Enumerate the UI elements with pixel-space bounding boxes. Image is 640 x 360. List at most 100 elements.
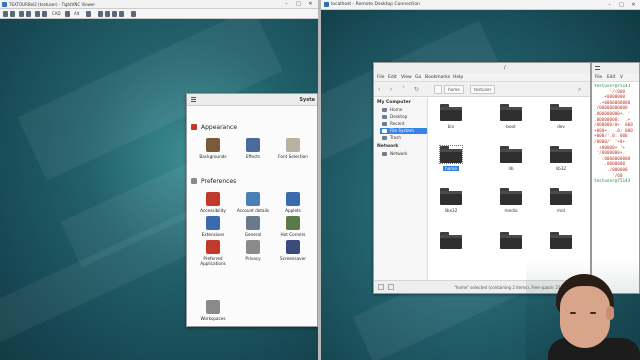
ctrl-alt-del-button[interactable]: CAD [52, 11, 61, 16]
menu-file[interactable]: File [377, 75, 385, 80]
settings-item-preferred-applications[interactable]: Preferred Applications [194, 240, 232, 266]
settings-item-workspaces[interactable]: Workspaces [194, 300, 232, 321]
settings-item-accessibility[interactable]: Accessibility [194, 192, 232, 213]
hamburger-menu-icon[interactable] [595, 66, 600, 70]
menu-bookmarks[interactable]: Bookmarks [425, 75, 450, 80]
settings-item-privacy[interactable]: Privacy [234, 240, 272, 261]
menu-view[interactable]: View [401, 75, 412, 80]
minimize-icon[interactable]: – [605, 2, 614, 9]
sidebar-item-trash[interactable]: Trash [380, 135, 427, 141]
settings-item-general[interactable]: General [234, 216, 272, 237]
maximize-icon[interactable]: □ [617, 2, 626, 9]
folder-lib32[interactable]: lib32 [541, 146, 581, 171]
preferences-icon [191, 178, 197, 184]
menu-go[interactable]: Go [415, 75, 421, 80]
trash-icon [382, 136, 387, 140]
folder-boot[interactable]: boot [491, 104, 531, 129]
sidebar-item-desktop[interactable]: Desktop [380, 114, 427, 120]
clipboard-icon[interactable] [86, 11, 91, 17]
folder-item[interactable] [431, 232, 471, 252]
breadcrumb-home[interactable]: home [444, 85, 464, 94]
folder-item[interactable] [541, 232, 581, 252]
settings-item-screensaver[interactable]: Screensaver [274, 240, 312, 261]
maximize-icon[interactable]: □ [294, 1, 303, 8]
section-preferences: Preferences [191, 178, 236, 185]
folder-icon [550, 188, 572, 205]
settings-titlebar: Syste [187, 94, 317, 106]
menu-view[interactable]: V [620, 75, 623, 80]
sidebar-item-home[interactable]: Home [380, 107, 427, 113]
reload-icon[interactable]: ↻ [414, 86, 419, 93]
file-grid: bin boot dev home lib lib32 libx32 media… [429, 98, 591, 280]
options-icon[interactable] [19, 11, 24, 17]
terminal-output[interactable]: testuser@75143 '/(000 .+0000000 .+000000… [594, 84, 640, 185]
folder-bin[interactable]: bin [431, 104, 471, 129]
alt-key-button[interactable]: Alt [74, 11, 79, 16]
folder-icon [440, 188, 462, 205]
settings-item-applets[interactable]: Applets [274, 192, 312, 213]
font-icon [286, 138, 300, 152]
fullscreen-icon[interactable] [131, 11, 136, 17]
folder-icon [550, 146, 572, 163]
minimize-icon[interactable]: – [282, 1, 291, 8]
toggle-sidebar-icon[interactable] [378, 284, 384, 290]
menu-help[interactable]: Help [453, 75, 463, 80]
settings-item-effects[interactable]: Effects [234, 138, 272, 159]
info-icon[interactable] [26, 11, 31, 17]
breadcrumb-testuser[interactable]: testuser [470, 85, 496, 94]
settings-title: Syste [299, 97, 315, 103]
folder-home[interactable]: home [431, 145, 471, 172]
sidebar-item-file-system[interactable]: File System [380, 128, 427, 134]
zoom-out-icon[interactable] [105, 11, 110, 17]
vnc-remote-desktop[interactable]: Syste Appearance Backgrounds Effects Fon… [0, 19, 318, 360]
win-key-icon[interactable] [65, 11, 70, 17]
settings-item-backgrounds[interactable]: Backgrounds [194, 138, 232, 159]
menu-edit[interactable]: Edit [388, 75, 397, 80]
settings-item-account-details[interactable]: Account details [234, 192, 272, 213]
folder-icon [500, 188, 522, 205]
folder-libx32[interactable]: libx32 [431, 188, 471, 213]
close-icon[interactable]: ✕ [629, 2, 638, 9]
up-icon[interactable]: ˄ [402, 86, 405, 93]
toggle-location-icon[interactable] [434, 85, 442, 94]
zoom-in-icon[interactable] [98, 11, 103, 17]
menu-edit[interactable]: Edit [607, 75, 615, 80]
accessibility-icon [206, 192, 220, 206]
sidebar-item-network[interactable]: Network [380, 151, 427, 157]
settings-item-font-selection[interactable]: Font Selection [274, 138, 312, 159]
rdp-window-title: localhost - Remote Desktop Connection [331, 2, 420, 7]
folder-lib[interactable]: lib [491, 146, 531, 171]
close-icon[interactable]: ✕ [306, 1, 315, 8]
treeview-icon[interactable] [388, 284, 394, 290]
folder-mnt[interactable]: mnt [541, 188, 581, 213]
network-icon [382, 152, 387, 156]
save-icon[interactable] [10, 11, 15, 17]
rdp-app-icon [324, 2, 329, 7]
hamburger-menu-icon[interactable] [191, 97, 196, 102]
pause-icon[interactable] [35, 11, 40, 17]
person-eye [590, 312, 596, 314]
search-icon[interactable]: ⌕ [578, 86, 581, 94]
vnc-titlebar: TEXTOURBol2 (testuser) - TightVNC Viewer… [0, 0, 318, 9]
general-icon [246, 216, 260, 230]
menu-file[interactable]: File [595, 75, 602, 80]
home-icon [382, 108, 387, 112]
settings-item-extensions[interactable]: Extensions [194, 216, 232, 237]
back-icon[interactable]: ‹ [378, 86, 380, 93]
applets-icon [286, 192, 300, 206]
folder-item[interactable] [491, 232, 531, 252]
preferred-apps-icon [206, 240, 220, 254]
file-manager-toolbar: ‹ › ˄ ↻ home testuser ⌕ [374, 82, 590, 97]
effects-icon [246, 138, 260, 152]
terminal-menubar: File Edit V [592, 73, 639, 82]
folder-dev[interactable]: dev [541, 104, 581, 129]
folder-media[interactable]: media [491, 188, 531, 213]
forward-icon[interactable]: › [390, 86, 392, 93]
refresh-icon[interactable] [42, 11, 47, 17]
settings-item-hot-corners[interactable]: Hot Corners [274, 216, 312, 237]
hot-corners-icon [286, 216, 300, 230]
sidebar-item-recent[interactable]: Recent [380, 121, 427, 127]
zoom-fit-icon[interactable] [119, 11, 124, 17]
new-connection-icon[interactable] [3, 11, 8, 17]
zoom-100-icon[interactable] [112, 11, 117, 17]
